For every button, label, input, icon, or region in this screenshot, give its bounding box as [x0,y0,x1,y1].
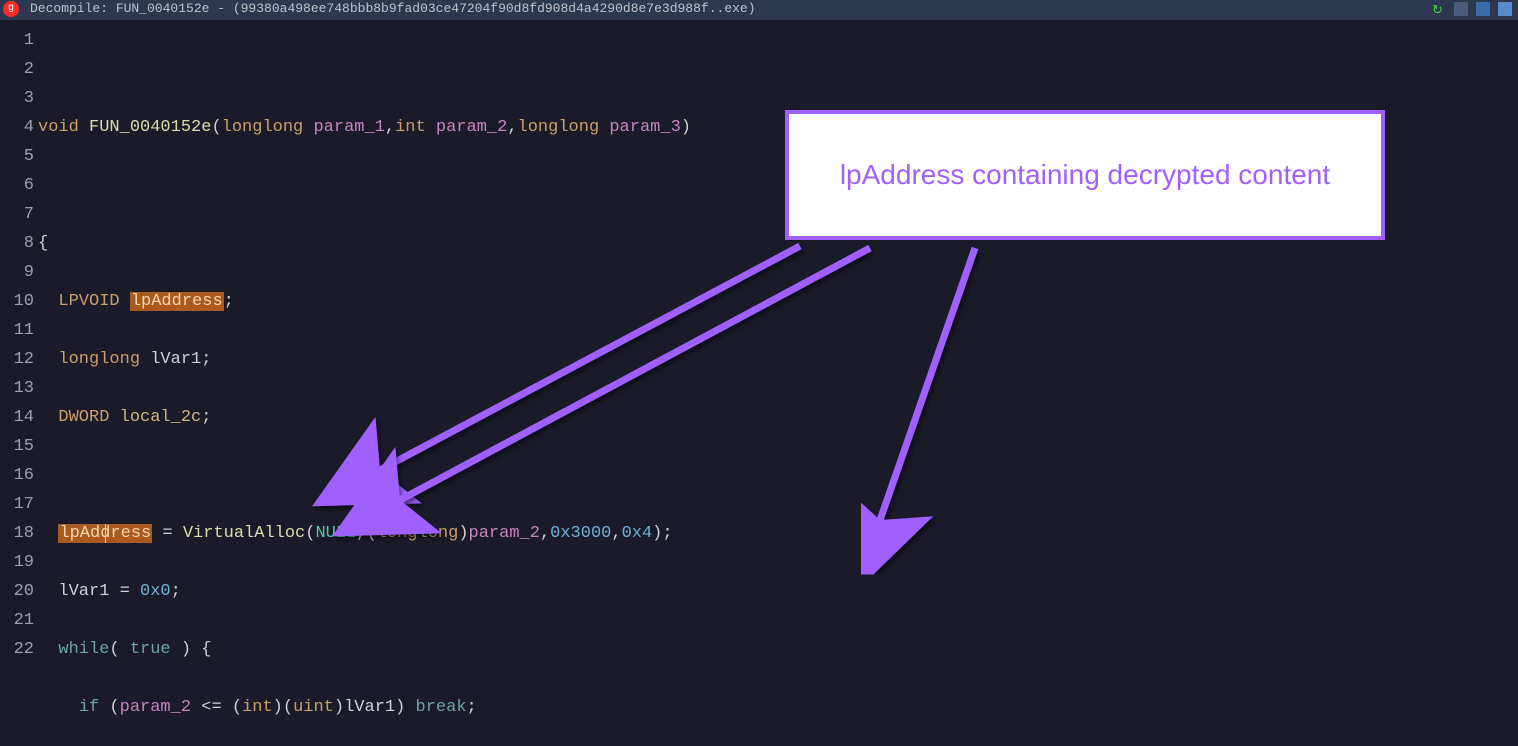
annotation-callout: lpAddress containing decrypted content [785,110,1385,240]
highlighted-token: lpAddress [130,292,224,311]
line-number: 19 [0,548,34,577]
line-number: 9 [0,258,34,287]
line-number: 22 [0,635,34,664]
line-number: 15 [0,432,34,461]
code-line [38,461,1518,490]
code-line [38,55,1518,84]
line-number: 18 [0,519,34,548]
line-number: 20 [0,577,34,606]
line-number: 21 [0,606,34,635]
title-bar: g Decompile: FUN_0040152e - (99380a498ee… [0,0,1518,20]
line-number: 4 [0,113,34,142]
line-number: 7 [0,200,34,229]
refresh-icon[interactable]: ↻ [1432,2,1446,16]
titlebar-status-icons: ↻ [1432,2,1512,16]
line-number: 12 [0,345,34,374]
panel-icon[interactable] [1498,2,1512,16]
line-number: 17 [0,490,34,519]
annotation-text: lpAddress containing decrypted content [840,159,1330,191]
code-line: LPVOID lpAddress; [38,287,1518,316]
line-number: 1 [0,26,34,55]
snapshot-icon[interactable] [1476,2,1490,16]
highlighted-token: lpAddress [58,524,152,543]
line-number: 16 [0,461,34,490]
line-number: 13 [0,374,34,403]
app-logo-icon: g [3,1,19,17]
code-line: if (param_2 <= (int)(uint)lVar1) break; [38,693,1518,722]
line-number-gutter: 1 2 3 4 5 6 7 8 9 10 11 12 13 14 15 16 1… [0,20,38,746]
line-number: 5 [0,142,34,171]
window-title: Decompile: FUN_0040152e - (99380a498ee74… [30,1,756,16]
code-line: lpAddress = VirtualAlloc(NULL,(longlong)… [38,519,1518,548]
line-number: 10 [0,287,34,316]
line-number: 6 [0,171,34,200]
code-line: longlong lVar1; [38,345,1518,374]
code-line: DWORD local_2c; [38,403,1518,432]
line-number: 8 [0,229,34,258]
code-line: lVar1 = 0x0; [38,577,1518,606]
code-line: while( true ) { [38,635,1518,664]
line-number: 3 [0,84,34,113]
line-number: 2 [0,55,34,84]
list-icon[interactable] [1454,2,1468,16]
line-number: 11 [0,316,34,345]
line-number: 14 [0,403,34,432]
